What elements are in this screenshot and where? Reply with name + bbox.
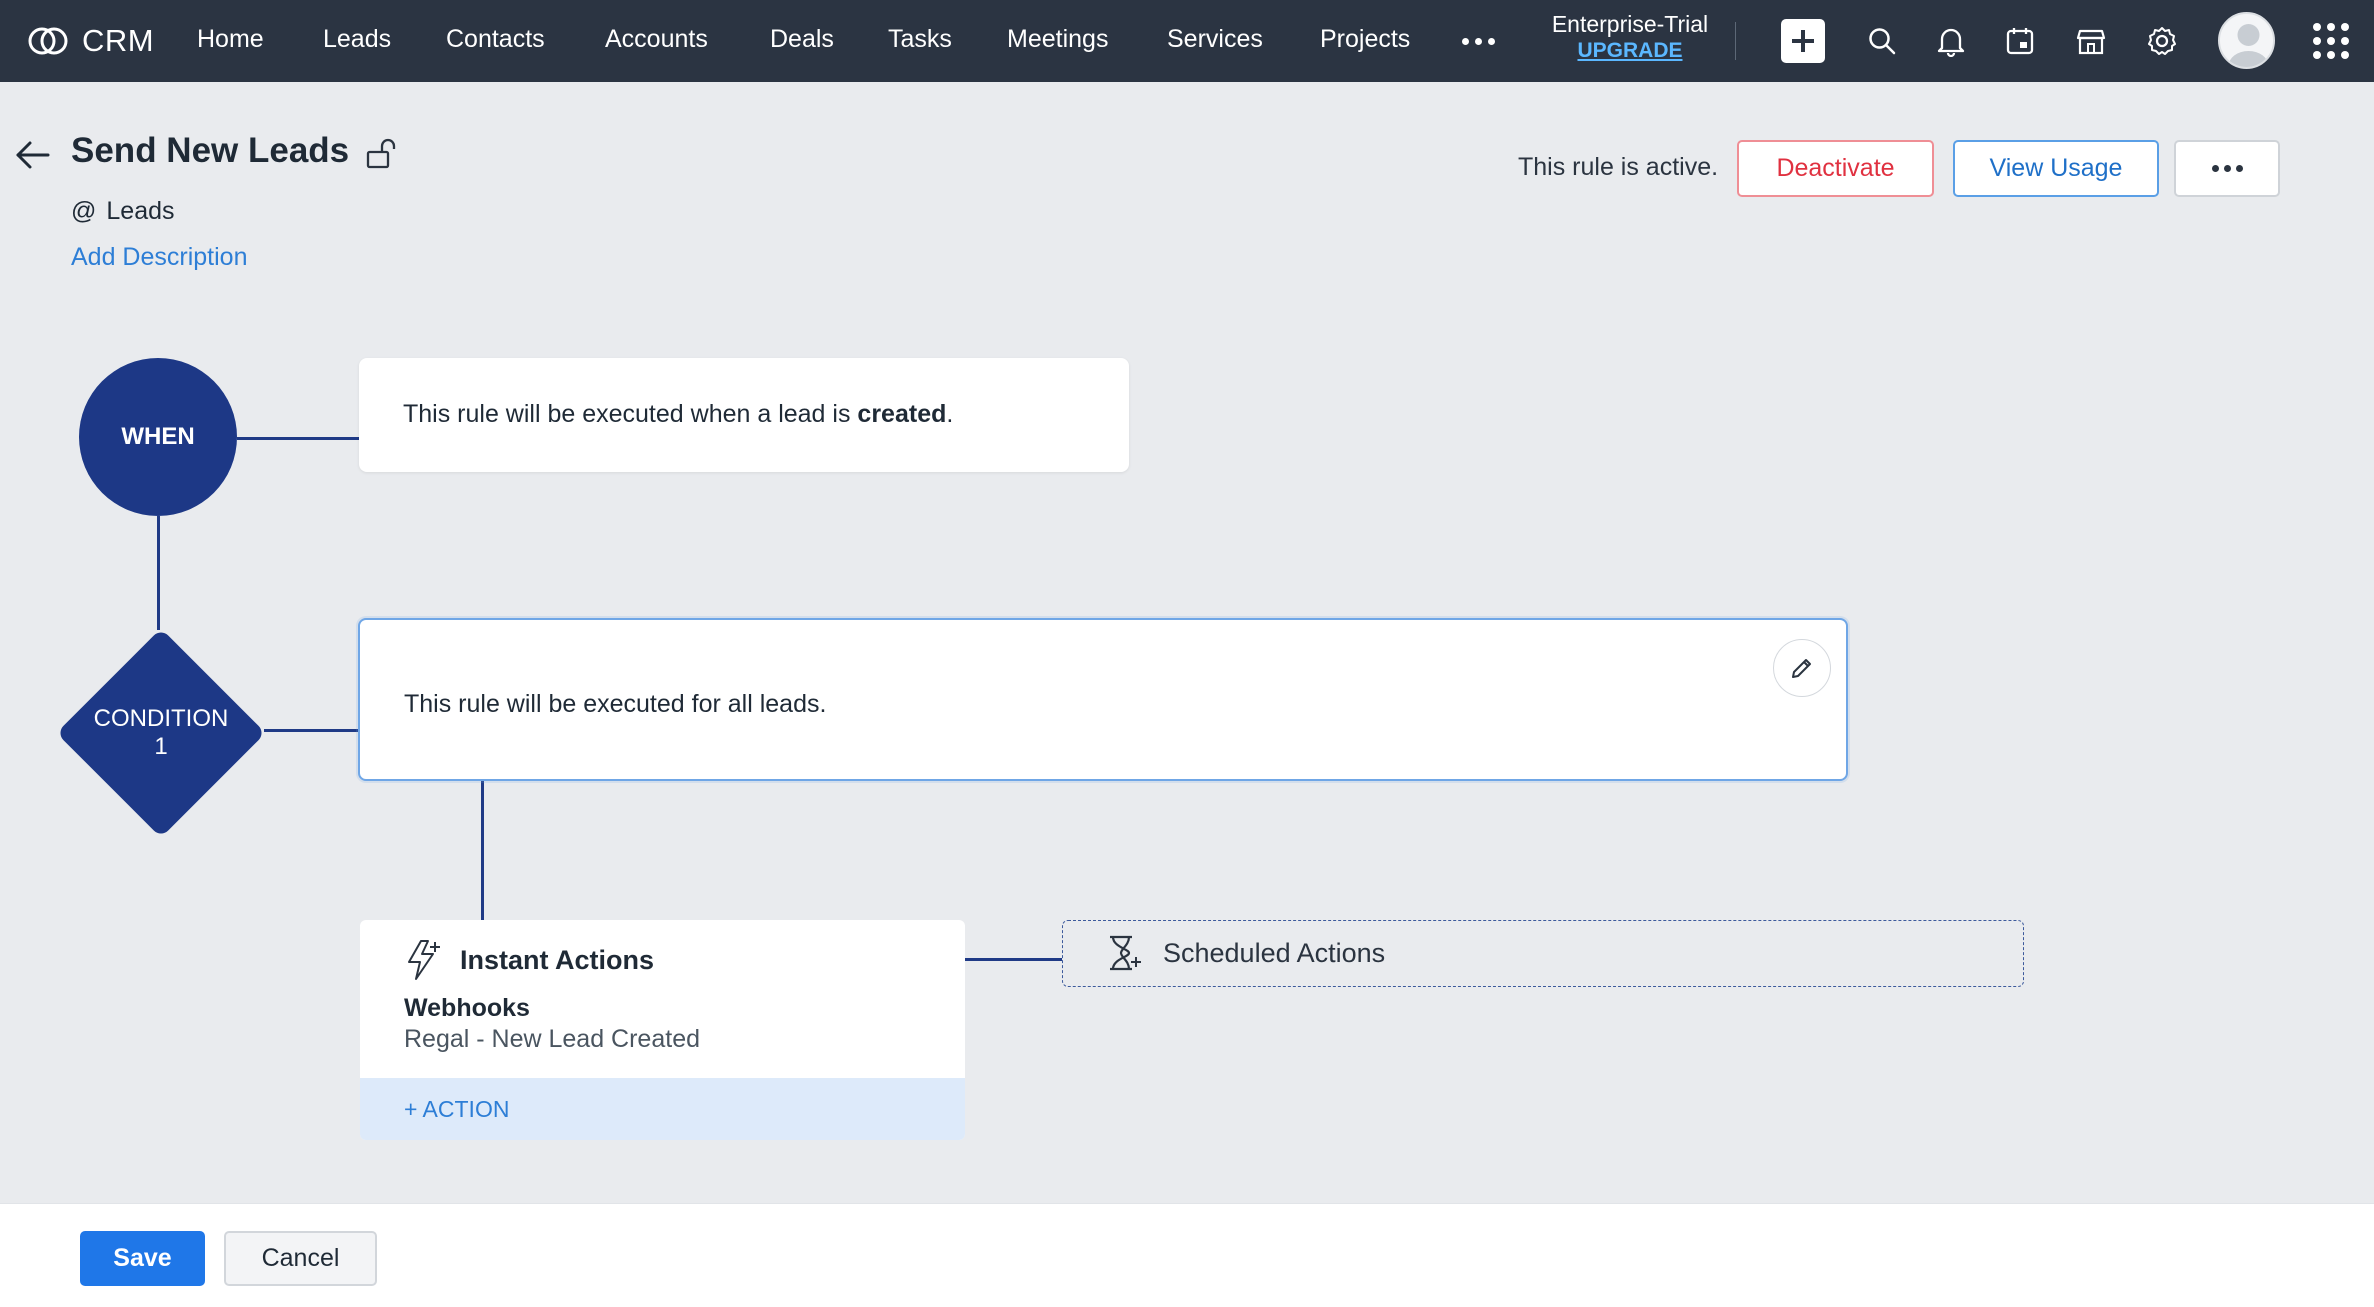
footer-bar: Save Cancel	[0, 1203, 2374, 1307]
more-options-button[interactable]	[2174, 140, 2280, 197]
when-description: This rule will be executed when a lead i…	[403, 400, 954, 428]
module-prefix: @	[71, 197, 97, 225]
add-icon[interactable]	[1781, 19, 1825, 63]
edit-condition-button[interactable]	[1773, 639, 1831, 697]
cancel-button[interactable]: Cancel	[224, 1231, 377, 1286]
add-action-button[interactable]: + ACTION	[404, 1096, 509, 1123]
instant-actions-card: Instant Actions Webhooks Regal - New Lea…	[360, 920, 965, 1140]
connector-when	[237, 437, 359, 440]
scheduled-actions-title: Scheduled Actions	[1163, 937, 1386, 968]
unlock-icon[interactable]	[365, 136, 401, 172]
bell-icon[interactable]	[1928, 18, 1974, 64]
connector-when-condition	[157, 516, 160, 630]
when-card[interactable]: This rule will be executed when a lead i…	[359, 358, 1129, 472]
avatar[interactable]	[2218, 12, 2275, 69]
search-icon[interactable]	[1859, 18, 1905, 64]
view-usage-button[interactable]: View Usage	[1953, 140, 2159, 197]
lightning-plus-icon	[408, 940, 440, 980]
nav-accounts[interactable]: Accounts	[605, 0, 708, 82]
condition-node: CONDITION 1	[56, 628, 266, 838]
calendar-icon[interactable]	[1997, 18, 2043, 64]
deactivate-button[interactable]: Deactivate	[1737, 140, 1934, 197]
rule-title: Send New Leads	[71, 131, 350, 170]
nav-meetings[interactable]: Meetings	[1007, 0, 1108, 82]
apps-grid-icon[interactable]	[2313, 23, 2349, 59]
back-arrow-icon[interactable]	[12, 138, 52, 172]
plan-name: Enterprise-Trial	[1551, 11, 1709, 37]
condition-card[interactable]: This rule will be executed for all leads…	[358, 618, 1848, 781]
when-node: WHEN	[79, 358, 237, 516]
webhook-item[interactable]: Regal - New Lead Created	[404, 1025, 700, 1054]
rule-status-text: This rule is active.	[1518, 153, 1719, 181]
module-name: Leads	[106, 197, 175, 225]
upgrade-link[interactable]: UPGRADE	[1510, 38, 1750, 64]
more-horizontal-icon[interactable]	[1462, 0, 1495, 82]
connector-condition-actions	[481, 781, 484, 920]
brand-logo[interactable]: CRM	[26, 0, 154, 82]
condition-label: CONDITION	[93, 705, 229, 732]
add-description-link[interactable]: Add Description	[71, 243, 247, 272]
store-icon[interactable]	[2068, 18, 2114, 64]
hourglass-plus-icon	[1110, 935, 1141, 971]
plan-info: Enterprise-Trial UPGRADE	[1510, 10, 1750, 64]
nav-services[interactable]: Services	[1167, 0, 1263, 82]
pencil-icon	[1792, 659, 1811, 678]
top-navigation-bar: CRM Home Leads Contacts Accounts Deals T…	[0, 0, 2374, 82]
connector-condition	[264, 729, 358, 732]
nav-projects[interactable]: Projects	[1320, 0, 1410, 82]
webhooks-label: Webhooks	[404, 994, 530, 1022]
nav-leads[interactable]: Leads	[323, 0, 391, 82]
nav-contacts[interactable]: Contacts	[446, 0, 545, 82]
add-action-bar: + ACTION	[360, 1078, 965, 1140]
nav-deals[interactable]: Deals	[770, 0, 834, 82]
gear-icon[interactable]	[2139, 18, 2185, 64]
rule-module: @ Leads	[71, 197, 175, 226]
connector-actions	[965, 958, 1062, 961]
topbar-divider	[1735, 22, 1736, 60]
condition-description: This rule will be executed for all leads…	[404, 690, 827, 718]
condition-number: 1	[154, 733, 168, 760]
instant-actions-title: Instant Actions	[460, 944, 655, 975]
nav-home[interactable]: Home	[197, 0, 264, 82]
scheduled-actions-card[interactable]: Scheduled Actions	[1062, 920, 2024, 987]
save-button[interactable]: Save	[80, 1231, 205, 1286]
app-name: CRM	[82, 23, 155, 58]
nav-tasks[interactable]: Tasks	[888, 0, 952, 82]
crm-logo-icon	[28, 27, 68, 55]
